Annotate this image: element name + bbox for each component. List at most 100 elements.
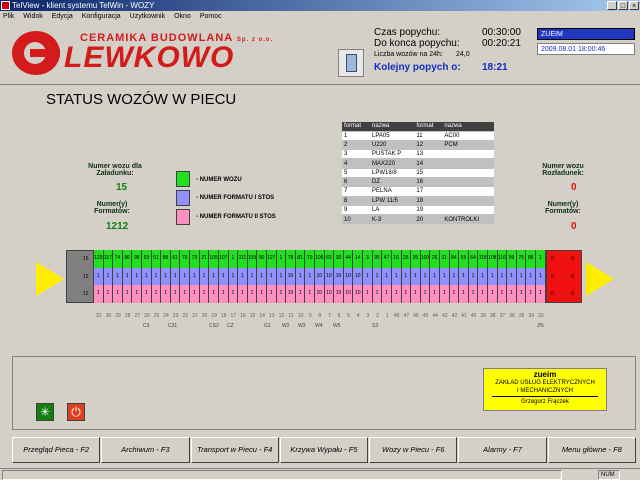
kiln-car[interactable]: 127 1 1 (266, 250, 277, 303)
car-format-1: 1 (122, 267, 132, 286)
car-number: 106 (315, 250, 324, 268)
fkey-alarmy[interactable]: Alarmy - F7 (458, 437, 547, 463)
car-number: 100 (420, 250, 430, 268)
car-number: 111 (238, 250, 247, 268)
header: CERAMIKA BUDOWLANA Sp. z o.o. LEWKOWO Cz… (0, 23, 640, 85)
kiln-car[interactable]: 51 1 1 (151, 250, 162, 303)
menu-edycja[interactable]: Edycja (52, 11, 73, 23)
formats-cell: PCM (442, 139, 494, 150)
kiln-car[interactable]: 96 1 1 (122, 250, 133, 303)
car-format-2: 1 (487, 285, 497, 303)
car-number: 117 (103, 250, 113, 268)
menu-pomoc[interactable]: Pomoc (200, 11, 222, 23)
kiln-car[interactable]: 111 (536, 250, 546, 303)
refresh-icon[interactable]: ✳ (36, 403, 54, 421)
fkey-menu[interactable]: Menu główne - F8 (547, 437, 636, 463)
kiln-car[interactable]: 55 1 1 (459, 250, 469, 303)
kiln-car[interactable]: 21 1 1 (199, 250, 210, 303)
device-icon[interactable] (338, 49, 364, 77)
kiln-car[interactable]: 106 10 10 (315, 250, 325, 303)
kiln-car[interactable]: 28 1 1 (401, 250, 412, 303)
kiln-car[interactable]: 95 1 1 (372, 250, 383, 303)
kiln-car[interactable]: 73 1 1 (190, 250, 200, 303)
kiln-car[interactable]: 76 1 1 (180, 250, 191, 303)
menu-konfiguracja[interactable]: Konfiguracja (82, 11, 121, 23)
kiln-car[interactable]: 30 10 10 (334, 250, 344, 303)
car-number: 55 (459, 250, 468, 268)
minimize-button[interactable]: _ (607, 1, 617, 10)
kiln-car[interactable]: 61 1 1 (170, 250, 181, 303)
kiln-car[interactable]: 81 1 1 (295, 250, 306, 303)
kiln-car[interactable]: 75 1 1 (516, 250, 527, 303)
car-format-2: 10 (353, 285, 363, 303)
kiln-car[interactable]: 11 1 1 (439, 250, 450, 303)
kiln-car[interactable]: 111 (228, 250, 239, 303)
car-number: 26 (430, 250, 439, 268)
fkey-krzywa[interactable]: Krzywa Wypału - F5 (279, 437, 369, 463)
car-format-2: 1 (295, 285, 305, 303)
kiln-car[interactable]: 64 1 1 (468, 250, 479, 303)
fkey-transport[interactable]: Transport w Piecu - F4 (190, 437, 279, 463)
kiln-car[interactable]: 47 1 1 (382, 250, 392, 303)
formats-cell (442, 204, 494, 215)
car-number: 90 (257, 250, 266, 268)
car-format-2: 1 (122, 285, 132, 303)
kiln-car[interactable]: 53 1 1 (142, 250, 152, 303)
kiln-car[interactable]: 100 1 1 (420, 250, 431, 303)
kiln-car[interactable]: 26 1 1 (430, 250, 440, 303)
position-label: 19 (211, 313, 217, 319)
menu-plik[interactable]: Plik (3, 11, 14, 23)
kiln-car[interactable]: 16 1 1 (391, 250, 402, 303)
position-label: 10 (297, 313, 304, 319)
kiln-car[interactable]: 35 1 1 (411, 250, 421, 303)
maximize-button[interactable]: □ (618, 1, 628, 10)
car-format-1: 1 (478, 267, 487, 286)
fkey-przeglad[interactable]: Przegląd Pieca - F2 (12, 437, 101, 463)
close-button[interactable]: × (629, 1, 639, 10)
fkey-wozy[interactable]: Wozy w Piecu - F6 (369, 437, 458, 463)
kiln-car[interactable]: 98 1 1 (132, 250, 143, 303)
car-number: 78 (286, 250, 295, 268)
kiln-car[interactable]: 63 10 10 (324, 250, 335, 303)
car-number: 76 (180, 250, 190, 268)
kiln-car[interactable]: 116 1 1 (497, 250, 508, 303)
car-format-2: 1 (411, 285, 420, 303)
kiln-car[interactable]: 105 1 1 (209, 250, 219, 303)
kiln-car[interactable]: 79 1 1 (305, 250, 316, 303)
kiln-car[interactable]: 108 1 1 (487, 250, 498, 303)
kiln-car[interactable]: 44 10 10 (343, 250, 354, 303)
kiln-car[interactable]: 88 1 1 (161, 250, 171, 303)
kiln-cars: 129 1 1 117 1 1 74 1 1 96 1 1 98 1 1 53 1 1 51 1 1 88 1 1 61 1 1 76… (94, 250, 546, 303)
fkey-archiwum[interactable]: Archiwum - F3 (101, 437, 190, 463)
car-format-2: 10 (315, 285, 324, 303)
formats-cell: 13 (414, 149, 443, 159)
kiln-car[interactable]: 90 1 1 (257, 250, 267, 303)
kiln-car[interactable]: 74 1 1 (113, 250, 123, 303)
position-label: 29 (115, 313, 121, 319)
kiln-car[interactable]: 311 (363, 250, 373, 303)
kiln-car[interactable]: 86 1 1 (526, 250, 537, 303)
kiln-car[interactable]: 117 1 1 (103, 250, 114, 303)
formats-cell: 19 (414, 204, 443, 215)
car-number: 28 (401, 250, 411, 268)
menu-widok[interactable]: Widok (23, 11, 42, 23)
menu-uzytkownik[interactable]: Uzytkownik (130, 11, 165, 23)
car-format-1: 1 (276, 267, 286, 286)
kiln-car[interactable]: 78 10 10 (286, 250, 296, 303)
kiln-car[interactable]: 111 1 1 (238, 250, 248, 303)
kiln-car[interactable]: 84 1 1 (449, 250, 460, 303)
kiln-car[interactable]: 129 1 1 (94, 250, 104, 303)
kiln-car[interactable]: 99 1 1 (507, 250, 517, 303)
formats-header: format (342, 122, 371, 131)
kiln-car[interactable]: 111 (276, 250, 287, 303)
car-format-1: 1 (228, 267, 238, 286)
position-label: 1 (385, 313, 389, 319)
kiln-car[interactable]: 118 1 1 (478, 250, 488, 303)
menu-okno[interactable]: Okno (174, 11, 191, 23)
power-icon[interactable]: ⏻ (67, 403, 85, 421)
car-format-2: 1 (468, 285, 478, 303)
kiln-car[interactable]: 107 1 1 (218, 250, 229, 303)
kiln-car[interactable]: 109 1 1 (247, 250, 258, 303)
kiln-car[interactable]: 14 10 10 (353, 250, 364, 303)
position-label: 40 (470, 313, 477, 319)
